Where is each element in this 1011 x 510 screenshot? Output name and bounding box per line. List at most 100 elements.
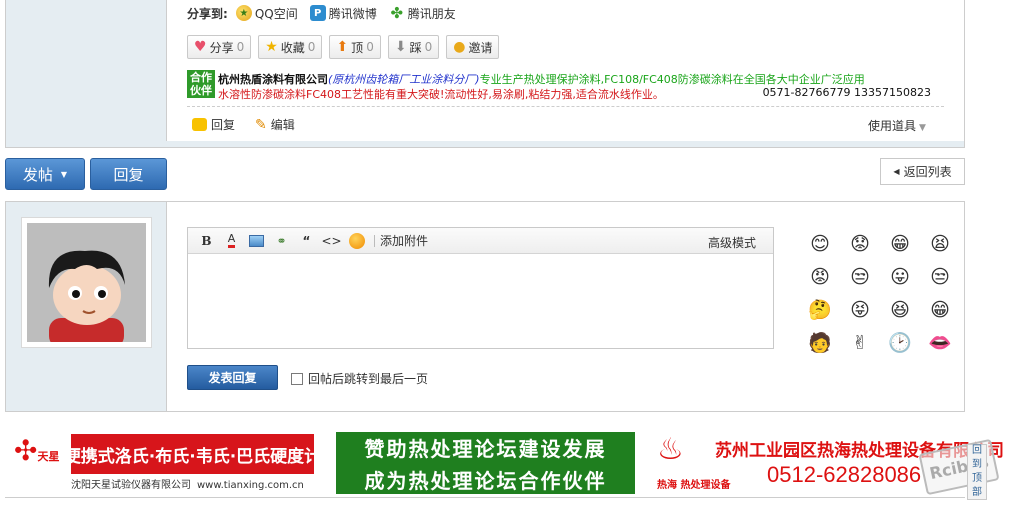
partner-badge: 合作伙伴 bbox=[187, 70, 215, 98]
tianxing-logo: ✣天星 bbox=[14, 434, 69, 482]
code-icon: <> bbox=[321, 233, 342, 248]
rehai-logo: ♨ 热海 热处理设备 bbox=[657, 432, 730, 494]
emoticon-grid: 😊 😟 😁 😫 😡 😒 😛 😒 🤔 😝 😆 😁 🧑 ✌ 🕑 👄 bbox=[800, 228, 960, 360]
post-reply-label: 回复 bbox=[211, 118, 236, 132]
chevron-left-icon: ◀ bbox=[893, 167, 900, 176]
emoticon-tongue-icon[interactable]: 😛 bbox=[880, 261, 920, 294]
reply-button-label: 回复 bbox=[113, 165, 144, 184]
back-to-list-label: 返回列表 bbox=[903, 165, 952, 179]
emoticon-lips-icon[interactable]: 👄 bbox=[920, 327, 960, 360]
submit-reply-button[interactable]: 发表回复 bbox=[187, 365, 278, 390]
downvote-button[interactable]: ⬇ 踩 0 bbox=[387, 35, 440, 59]
emoticon-sad-icon[interactable]: 😟 bbox=[840, 228, 880, 261]
toolbar-separator bbox=[374, 234, 375, 247]
partner-ad-text2: 水溶性防渗碳涂料FC408工艺性能有重大突破!流动性好,易涂刷,粘结力强,适合流… bbox=[218, 88, 664, 101]
post-author-column bbox=[6, 0, 167, 147]
upvote-count: 0 bbox=[366, 40, 374, 54]
emoticon-grin-icon[interactable]: 😁 bbox=[880, 228, 920, 261]
emoticon-sweat-icon[interactable]: 😒 bbox=[840, 261, 880, 294]
tianxing-logo-text: 天星 bbox=[37, 450, 60, 463]
favorite-button[interactable]: ★ 收藏 0 bbox=[258, 35, 323, 59]
back-to-top-char: 顶 bbox=[972, 473, 982, 484]
favorite-button-label: 收藏 bbox=[280, 40, 305, 55]
share-button[interactable]: ♥ 分享 0 bbox=[187, 35, 252, 59]
tianxing-main-text: 便携式洛氏·布氏·韦氏·巴氏硬度计 bbox=[64, 434, 321, 474]
emoticon-angry-icon[interactable]: 😡 bbox=[800, 261, 840, 294]
heart-icon: ♥ bbox=[194, 39, 207, 55]
emoticon-teeth-icon[interactable]: 😁 bbox=[920, 294, 960, 327]
back-to-top-tab[interactable]: 回 到 顶 部 bbox=[967, 444, 987, 500]
share-bar: 分享到: ★ QQ空间 P 腾讯微博 ✤ 腾讯朋友 bbox=[187, 4, 462, 22]
partner-ad-text1: 专业生产热处理保护涂料,FC108/FC408防渗碳涂料在全国各大中企业广泛应用 bbox=[479, 73, 865, 86]
editor-toolbar: B A ⚭ “ <> 添加附件 高级模式 bbox=[188, 228, 773, 254]
post-footer-links: 回复 ✎ 编辑 bbox=[192, 116, 295, 133]
back-to-list-button[interactable]: ◀ 返回列表 bbox=[880, 158, 965, 185]
rehai-logo-mark: ♨ bbox=[657, 432, 684, 467]
quote-icon: “ bbox=[302, 233, 311, 248]
tianxing-company: 沈阳天星试验仪器有限公司 bbox=[71, 480, 191, 491]
sponsor-banner-ad[interactable]: 赞助热处理论坛建设发展 成为热处理论坛合作伙伴 bbox=[336, 432, 635, 494]
share-pengyou-link[interactable]: ✤ 腾讯朋友 bbox=[389, 4, 456, 22]
share-weibo-label: 腾讯微博 bbox=[328, 6, 377, 21]
downvote-button-label: 踩 bbox=[409, 40, 422, 55]
tianxing-banner-ad[interactable]: ✣天星 便携式洛氏·布氏·韦氏·巴氏硬度计 沈阳天星试验仪器有限公司 www.ti… bbox=[14, 432, 321, 494]
reply-button[interactable]: 回复 bbox=[90, 158, 167, 190]
post-edit-label: 编辑 bbox=[270, 118, 295, 132]
use-tools-menu[interactable]: 使用道具 ▼ bbox=[868, 117, 926, 134]
tencent-weibo-icon: P bbox=[309, 5, 326, 21]
reply-textarea[interactable] bbox=[188, 254, 773, 348]
share-qzone-link[interactable]: ★ QQ空间 bbox=[235, 5, 298, 22]
chevron-down-icon: ▼ bbox=[60, 169, 68, 179]
post-reply-link[interactable]: 回复 bbox=[192, 116, 235, 133]
rehai-phone: 0512-62828086 bbox=[767, 462, 922, 487]
partner-phone: 0571-82766779 13357150823 bbox=[762, 86, 931, 99]
quote-button[interactable]: “ bbox=[294, 231, 319, 251]
emoticon-shy-icon[interactable]: 😒 bbox=[920, 261, 960, 294]
emoticon-think-icon[interactable]: 🤔 bbox=[800, 294, 840, 327]
invite-button[interactable]: ● 邀请 bbox=[446, 35, 500, 59]
share-qzone-label: QQ空间 bbox=[254, 6, 298, 21]
downvote-count: 0 bbox=[424, 40, 433, 54]
sponsor-line1: 赞助热处理论坛建设发展 bbox=[364, 436, 607, 461]
add-attachment-button[interactable]: 添加附件 bbox=[380, 232, 428, 249]
share-count: 0 bbox=[236, 40, 245, 54]
font-color-button[interactable]: A bbox=[219, 231, 244, 251]
jump-to-last-page-checkbox[interactable] bbox=[291, 372, 303, 385]
favorite-count: 0 bbox=[307, 40, 316, 54]
emoticon-victory-icon[interactable]: ✌ bbox=[840, 327, 880, 360]
invite-icon: ● bbox=[453, 39, 466, 55]
emoticon-wink-icon[interactable]: 😝 bbox=[840, 294, 880, 327]
emoticon-button[interactable] bbox=[344, 231, 369, 251]
rehai-logo-text: 热海 bbox=[657, 480, 677, 491]
upvote-button[interactable]: ⬆ 顶 0 bbox=[329, 35, 381, 59]
new-post-button[interactable]: 发帖 ▼ bbox=[5, 158, 85, 190]
partner-company: 杭州热盾涂料有限公司 bbox=[218, 73, 328, 86]
qzone-icon: ★ bbox=[235, 5, 252, 21]
code-button[interactable]: <> bbox=[319, 231, 344, 251]
share-pengyou-label: 腾讯朋友 bbox=[407, 6, 456, 21]
divider bbox=[5, 497, 965, 498]
bold-button[interactable]: B bbox=[194, 231, 219, 251]
back-to-top-char: 回 bbox=[972, 445, 982, 456]
jump-to-last-page-option[interactable]: 回帖后跳转到最后一页 bbox=[291, 370, 428, 387]
insert-link-button[interactable]: ⚭ bbox=[269, 231, 294, 251]
post-edit-link[interactable]: ✎ 编辑 bbox=[255, 116, 295, 133]
post-action-buttons: ♥ 分享 0 ★ 收藏 0 ⬆ 顶 0 ⬇ 踩 0 ● 邀请 bbox=[187, 35, 500, 59]
partner-subsidiary: (原杭州齿轮箱厂工业涂料分厂) bbox=[328, 73, 480, 86]
tianxing-footer: 沈阳天星试验仪器有限公司 www.tianxing.com.cn bbox=[71, 476, 314, 491]
emoticon-laugh-icon[interactable]: 😆 bbox=[880, 294, 920, 327]
emoticon-person-icon[interactable]: 🧑 bbox=[800, 327, 840, 360]
reply-editor: B A ⚭ “ <> 添加附件 高级模式 bbox=[187, 227, 774, 349]
insert-image-button[interactable] bbox=[244, 231, 269, 251]
advanced-mode-link[interactable]: 高级模式 bbox=[708, 234, 756, 251]
emoticon-clock-icon[interactable]: 🕑 bbox=[880, 327, 920, 360]
emoticon-smile-icon[interactable]: 😊 bbox=[800, 228, 840, 261]
rehai-banner-ad[interactable]: ♨ 热海 热处理设备 苏州工业园区热海热处理设备有限公司 0512-628280… bbox=[655, 432, 1004, 494]
rehai-logo-subtext: 热处理设备 bbox=[680, 480, 731, 491]
emoticon-cry-icon[interactable]: 😫 bbox=[920, 228, 960, 261]
share-weibo-link[interactable]: P 腾讯微博 bbox=[309, 5, 377, 22]
share-title: 分享到: bbox=[187, 6, 228, 21]
post-bottom-bar bbox=[6, 141, 964, 147]
partner-ad[interactable]: 合作伙伴 杭州热盾涂料有限公司(原杭州齿轮箱厂工业涂料分厂)专业生产热处理保护涂… bbox=[187, 70, 944, 104]
avatar bbox=[21, 217, 152, 348]
